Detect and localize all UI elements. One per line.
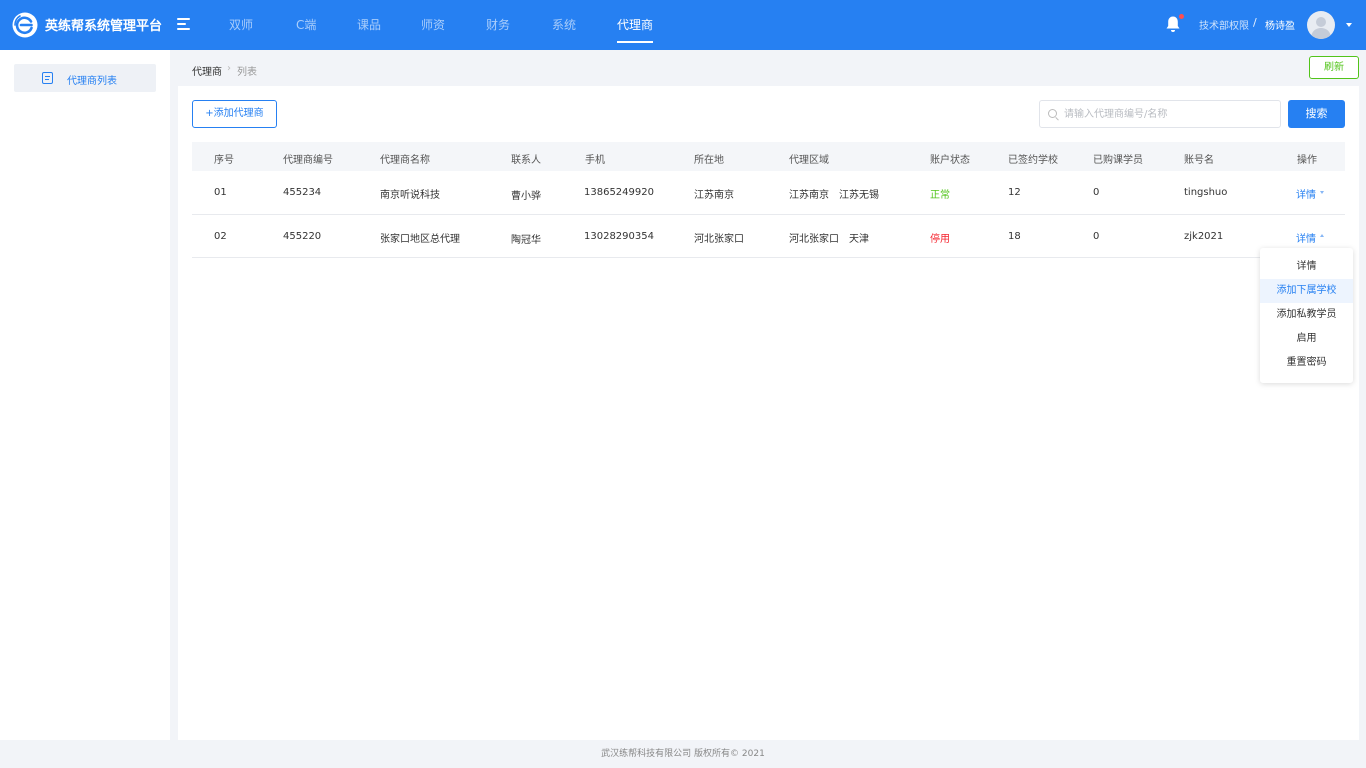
menu-item-enable[interactable]: 启用	[1260, 327, 1353, 351]
cell-students: 0	[1093, 231, 1100, 242]
cell-schools: 12	[1008, 187, 1021, 198]
column-header-contact: 联系人	[511, 155, 541, 166]
search-input[interactable]	[1064, 101, 1274, 127]
nav-tab-courses[interactable]: 课品	[357, 0, 381, 50]
column-header-location: 所在地	[694, 155, 724, 166]
cell-location: 河北张家口	[694, 234, 744, 245]
status-badge: 正常	[930, 190, 950, 201]
search-icon	[1048, 109, 1057, 118]
brand-logo-icon	[12, 12, 38, 38]
cell-code: 455220	[283, 231, 322, 242]
avatar-person-icon	[1311, 17, 1331, 39]
breadcrumb-item-agents[interactable]: 代理商	[192, 63, 222, 78]
column-header-schools: 已签约学校	[1008, 155, 1058, 166]
row-divider	[192, 214, 1345, 215]
chevron-up-icon[interactable]	[1320, 234, 1324, 237]
cell-location: 江苏南京	[694, 190, 734, 201]
cell-phone: 13028290354	[584, 231, 654, 242]
cell-account: zjk2021	[1184, 231, 1224, 242]
document-icon	[42, 72, 53, 84]
cell-region: 河北张家口 天津	[789, 234, 869, 245]
menu-item-add-private-student[interactable]: 添加私教学员	[1260, 303, 1353, 327]
row-actions-dropdown: 详情 添加下属学校 添加私教学员 启用 重置密码	[1260, 248, 1353, 383]
nav-tab-dual-teacher[interactable]: 双师	[229, 0, 253, 50]
search-box	[1039, 100, 1281, 128]
menu-item-add-school[interactable]: 添加下属学校	[1260, 279, 1353, 303]
footer-copyright: 武汉练帮科技有限公司 版权所有© 2021	[601, 749, 765, 759]
menu-toggle-icon[interactable]	[177, 18, 191, 30]
column-header-students: 已购课学员	[1093, 155, 1143, 166]
table-header	[192, 142, 1345, 171]
user-name: 杨诗盈	[1265, 21, 1295, 32]
cell-schools: 18	[1008, 231, 1021, 242]
chevron-down-icon[interactable]	[1320, 191, 1324, 194]
cell-name: 张家口地区总代理	[380, 234, 460, 245]
cell-index: 01	[214, 187, 227, 198]
cell-name: 南京听说科技	[380, 190, 440, 201]
column-header-phone: 手机	[585, 155, 605, 166]
nav-tab-system[interactable]: 系统	[552, 0, 576, 50]
sidebar-item-label: 代理商列表	[67, 76, 117, 87]
cell-contact: 曹小骅	[511, 191, 541, 202]
user-menu-chevron-down-icon[interactable]	[1346, 23, 1352, 27]
add-agent-button[interactable]: +添加代理商	[192, 100, 277, 128]
detail-link[interactable]: 详情	[1296, 186, 1316, 201]
cell-region: 江苏南京 江苏无锡	[789, 190, 879, 201]
row-divider	[192, 257, 1345, 258]
main-panel	[178, 86, 1359, 740]
breadcrumb-item-list: 列表	[237, 67, 257, 78]
cell-phone: 13865249920	[584, 187, 654, 198]
notification-badge	[1179, 14, 1184, 19]
detail-link[interactable]: 详情	[1296, 230, 1316, 245]
column-header-account: 账号名	[1184, 155, 1214, 166]
user-department: 技术部权限	[1199, 21, 1249, 32]
menu-item-detail[interactable]: 详情	[1260, 255, 1353, 279]
nav-tab-teachers[interactable]: 师资	[421, 0, 445, 50]
breadcrumb-separator: ›	[227, 63, 231, 74]
menu-item-reset-password[interactable]: 重置密码	[1260, 351, 1353, 375]
search-button[interactable]: 搜索	[1288, 100, 1345, 128]
sidebar-item-agent-list[interactable]: 代理商列表	[14, 64, 156, 92]
nav-tab-c-end[interactable]: C端	[296, 0, 316, 50]
refresh-button[interactable]: 刷新	[1309, 56, 1359, 79]
status-badge: 停用	[930, 234, 950, 245]
column-header-region: 代理区域	[789, 155, 829, 166]
sidebar: 代理商列表	[0, 50, 170, 740]
cell-contact: 陶冠华	[511, 235, 541, 246]
nav-tab-finance[interactable]: 财务	[486, 0, 510, 50]
column-header-name: 代理商名称	[380, 155, 430, 166]
cell-account: tingshuo	[1184, 187, 1228, 198]
column-header-actions: 操作	[1297, 155, 1317, 166]
top-navbar: 英练帮系统管理平台 双师 C端 课品 师资 财务 系统 代理商 技术部权限 / …	[0, 0, 1366, 50]
nav-tab-agents[interactable]: 代理商	[617, 0, 654, 50]
column-header-code: 代理商编号	[283, 155, 333, 166]
cell-index: 02	[214, 231, 227, 242]
column-header-status: 账户状态	[930, 155, 970, 166]
cell-code: 455234	[283, 187, 322, 198]
column-header-index: 序号	[214, 155, 234, 166]
app-title: 英练帮系统管理平台	[45, 19, 163, 34]
avatar[interactable]	[1307, 11, 1335, 39]
user-separator: /	[1253, 16, 1257, 29]
cell-students: 0	[1093, 187, 1100, 198]
